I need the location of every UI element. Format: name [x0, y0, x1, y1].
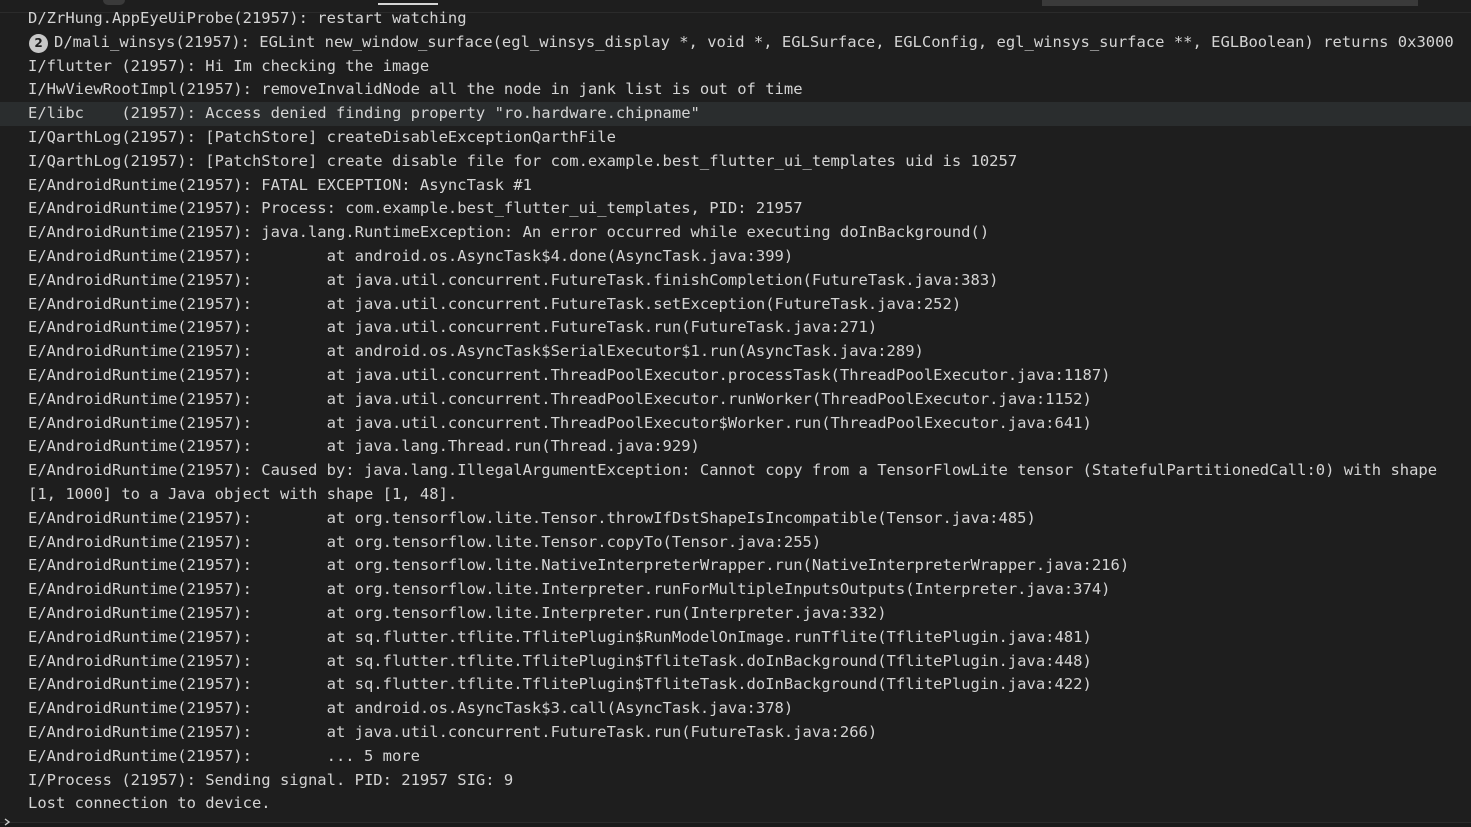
console-line: E/AndroidRuntime(21957): Process: com.ex… [28, 199, 803, 218]
console-line: E/AndroidRuntime(21957): at java.util.co… [28, 389, 1092, 408]
chevron-right-icon[interactable] [2, 817, 12, 827]
console-line: I/flutter (21957): Hi Im checking the im… [28, 56, 430, 75]
console-line: E/AndroidRuntime(21957): at java.util.co… [28, 294, 962, 313]
console-line: E/AndroidRuntime(21957): at android.os.A… [28, 246, 794, 265]
console-line: E/AndroidRuntime(21957): at org.tensorfl… [28, 603, 887, 622]
console-line: E/AndroidRuntime(21957): at java.lang.Th… [28, 437, 700, 456]
console-line: E/AndroidRuntime(21957): at sq.flutter.t… [28, 627, 1092, 646]
console-line: E/AndroidRuntime(21957): at org.tensorfl… [28, 532, 822, 551]
console-output: D/ZrHung.AppEyeUiProbe(21957): restart w… [0, 7, 1471, 816]
console-line: I/HwViewRootImpl(21957): removeInvalidNo… [28, 80, 803, 99]
console-line: E/AndroidRuntime(21957): FATAL EXCEPTION… [28, 175, 532, 194]
console-line: E/AndroidRuntime(21957): at java.util.co… [28, 318, 878, 337]
console-line: E/AndroidRuntime(21957): java.lang.Runti… [28, 223, 990, 242]
console-line: E/AndroidRuntime(21957): at android.os.A… [28, 699, 794, 718]
console-line: I/QarthLog(21957): [PatchStore] createDi… [28, 127, 616, 146]
repeat-count-badge: 2 [29, 33, 48, 53]
console-line: E/AndroidRuntime(21957): at sq.flutter.t… [28, 675, 1092, 694]
console-line: Lost connection to device. [28, 794, 271, 813]
console-line-hovered: E/libc (21957): Access denied finding pr… [0, 102, 1471, 126]
console-line: E/AndroidRuntime(21957): at java.util.co… [28, 722, 878, 741]
console-line: E/AndroidRuntime(21957): at org.tensorfl… [28, 580, 1111, 599]
console-line: E/AndroidRuntime(21957): at android.os.A… [28, 342, 924, 361]
console-line: E/AndroidRuntime(21957): at org.tensorfl… [28, 556, 1130, 575]
debug-console-panel: D/ZrHung.AppEyeUiProbe(21957): restart w… [0, 0, 1471, 827]
scroll-indicator[interactable] [103, 0, 125, 5]
console-line: E/AndroidRuntime(21957): at java.util.co… [28, 270, 999, 289]
console-line: [1, 1000] to a Java object with shape [1… [28, 484, 458, 503]
console-line: E/AndroidRuntime(21957): at org.tensorfl… [28, 508, 1036, 527]
console-line: E/AndroidRuntime(21957): at java.util.co… [28, 413, 1092, 432]
panel-bottom-border [0, 822, 1471, 827]
console-line: E/AndroidRuntime(21957): Caused by: java… [28, 461, 1438, 480]
console-line: D/ZrHung.AppEyeUiProbe(21957): restart w… [28, 9, 467, 27]
horizontal-scrollbar-thumb[interactable] [1042, 0, 1418, 6]
console-line: 2 D/mali_winsys(21957): EGLint new_window… [0, 31, 1471, 55]
console-line: I/Process (21957): Sending signal. PID: … [28, 770, 514, 789]
console-line: E/AndroidRuntime(21957): ... 5 more [28, 746, 420, 765]
active-tab-indicator [378, 3, 438, 5]
console-line: I/QarthLog(21957): [PatchStore] create d… [28, 151, 1018, 170]
console-line: E/AndroidRuntime(21957): at java.util.co… [28, 365, 1111, 384]
console-line: E/AndroidRuntime(21957): at sq.flutter.t… [28, 651, 1092, 670]
